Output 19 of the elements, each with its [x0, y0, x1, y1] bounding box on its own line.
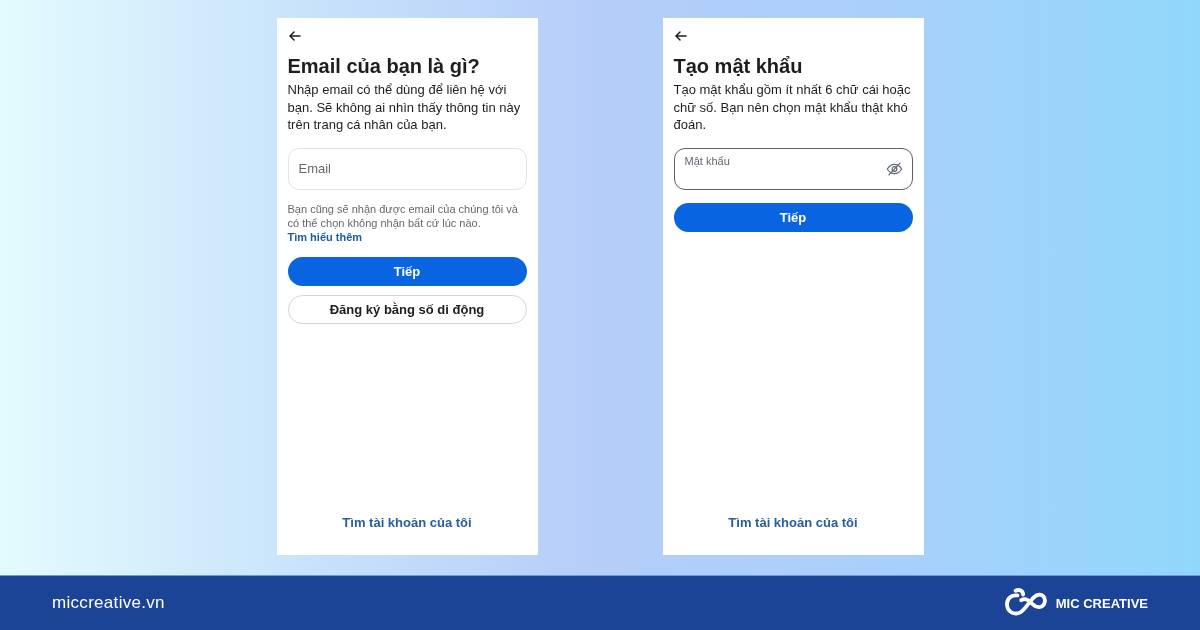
primary-button[interactable]: Tiếp	[287, 256, 527, 286]
email-field[interactable]: Email	[287, 147, 527, 190]
primary-button[interactable]: Tiếp	[673, 202, 913, 232]
description-text: Nhập email có thể dùng để liên hệ với bạn. Sẽ không ai nhìn thấy thông tin này trên trang cá nhân của bạn.	[287, 81, 522, 134]
learn-more-link[interactable]: Tìm hiểu thêm	[287, 230, 363, 243]
website-text: miccreative.vn	[52, 593, 165, 613]
screen-title: Tạo mật khẩu	[673, 54, 804, 78]
back-arrow-icon[interactable]	[288, 31, 301, 41]
helper-text: Bạn cũng sẽ nhận được email của chúng tôi và có thể chọn không nhận bất cứ lúc nào. Tìm hiểu thêm	[287, 201, 519, 244]
screen-title: Email của bạn là gì?	[287, 54, 481, 78]
secondary-button[interactable]: Đăng ký bằng số di động	[287, 294, 527, 324]
find-account-link[interactable]: Tìm tài khoản của tôi	[342, 515, 472, 531]
password-field[interactable]	[673, 147, 913, 190]
back-arrow-icon[interactable]	[674, 31, 687, 41]
description-text: Tạo mật khẩu gồm ít nhất 6 chữ cái hoặc chữ số. Bạn nên chọn mật khẩu thật khó đoán.	[673, 81, 912, 134]
brand-name: MIC CREATIVE	[1055, 595, 1148, 611]
eye-slash-icon[interactable]	[885, 161, 903, 176]
find-account-link[interactable]: Tìm tài khoản của tôi	[728, 515, 858, 531]
field-label: Mật khẩu	[684, 154, 730, 168]
